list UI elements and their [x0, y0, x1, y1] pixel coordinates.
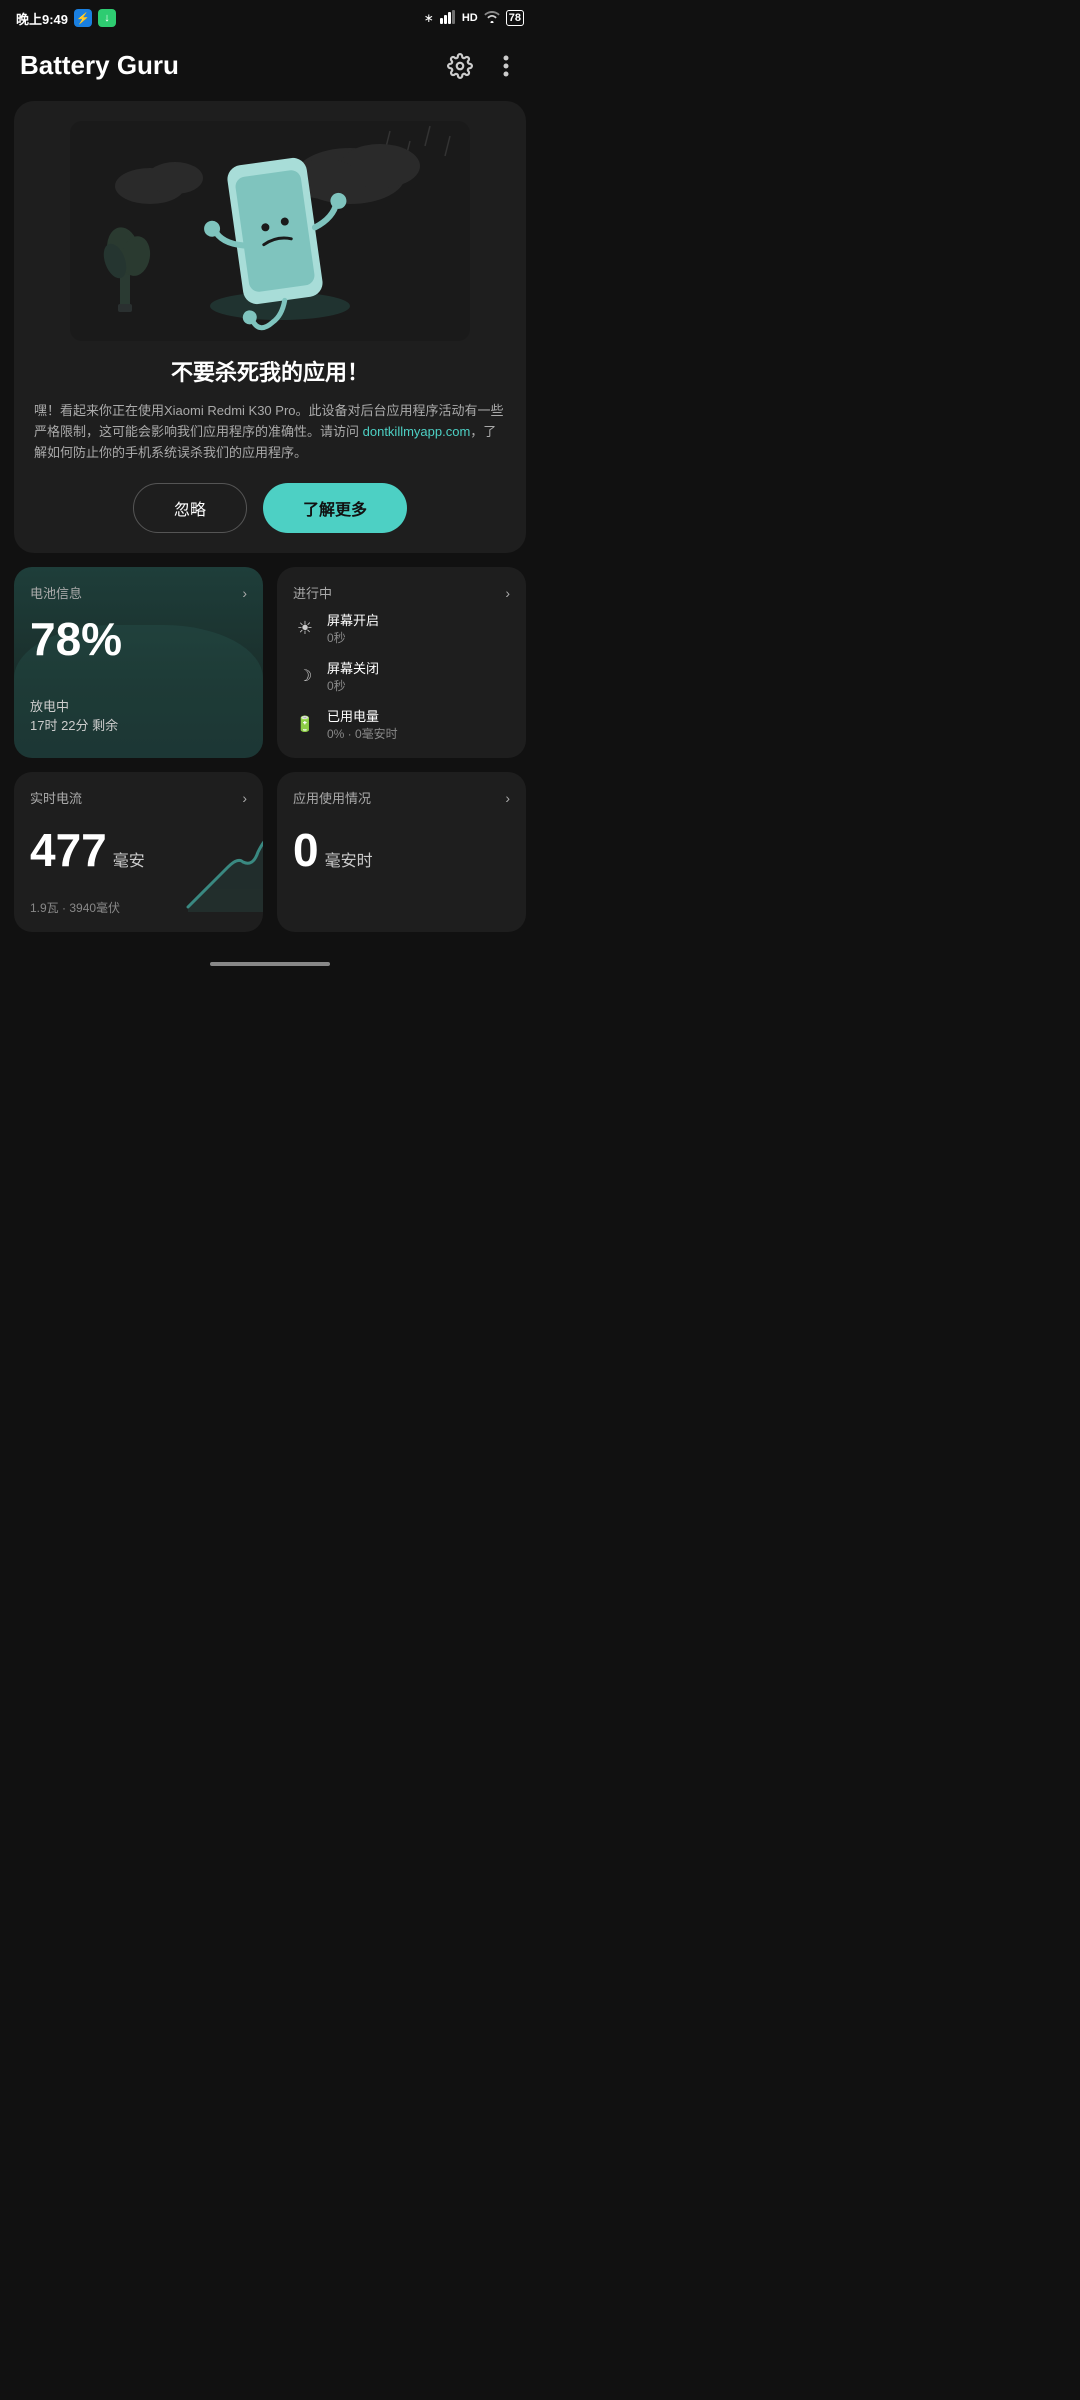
power-used-label: 已用电量 — [327, 706, 398, 725]
screen-on-icon: ☀ — [293, 618, 317, 639]
top-actions — [446, 52, 520, 80]
app-title: Battery Guru — [20, 50, 179, 81]
app-usage-arrow: › — [505, 790, 510, 806]
signal-icon — [440, 10, 456, 27]
status-bar: 晚上9:49 ⚡ ↓ ∗ HD 78 — [0, 0, 540, 36]
in-progress-card[interactable]: 进行中 › ☀ 屏幕开启 0秒 ☽ 屏幕关闭 0秒 — [277, 567, 526, 758]
battery-indicator: 78 — [506, 10, 524, 26]
screen-off-icon: ☽ — [293, 666, 317, 686]
power-used-value: 0% · 0毫安时 — [327, 725, 398, 742]
realtime-value: 477 — [30, 823, 107, 877]
battery-info-title: 电池信息 — [30, 583, 82, 602]
warning-illustration — [34, 121, 506, 341]
status-time: 晚上9:49 — [16, 9, 68, 28]
hd-label: HD — [462, 12, 478, 24]
battery-info-card[interactable]: 电池信息 › 78% 放电中 17时 22分 剩余 — [14, 567, 263, 758]
dontkillmyapp-link[interactable]: dontkillmyapp.com — [363, 424, 471, 439]
app-usage-card[interactable]: 应用使用情况 › 0 毫安时 — [277, 772, 526, 932]
status-left: 晚上9:49 ⚡ ↓ — [16, 9, 116, 28]
battery-info-arrow: › — [242, 585, 247, 601]
app-icon-green: ↓ — [98, 9, 116, 27]
in-progress-arrow: › — [505, 585, 510, 601]
inprogress-item-power-used: 🔋 已用电量 0% · 0毫安时 — [293, 706, 510, 742]
inprogress-item-screen-off: ☽ 屏幕关闭 0秒 — [293, 658, 510, 694]
screen-off-label: 屏幕关闭 — [327, 658, 379, 677]
screen-off-text: 屏幕关闭 0秒 — [327, 658, 379, 694]
realtime-title: 实时电流 — [30, 788, 82, 807]
bottom-nav-indicator — [210, 962, 330, 966]
in-progress-title: 进行中 — [293, 583, 332, 602]
realtime-arrow: › — [242, 790, 247, 806]
wifi-icon — [484, 11, 500, 26]
realtime-current-card[interactable]: 实时电流 › 477 毫安 1.9瓦 · 3940毫伏 — [14, 772, 263, 932]
battery-percentage: 78% — [30, 612, 247, 666]
inprogress-item-screen-on: ☀ 屏幕开启 0秒 — [293, 610, 510, 646]
realtime-sub: 1.9瓦 · 3940毫伏 — [30, 899, 120, 916]
app-usage-value: 0 — [293, 823, 319, 877]
app-usage-header: 应用使用情况 › — [293, 788, 510, 807]
bluetooth-icon: ∗ — [424, 11, 434, 25]
learn-more-button[interactable]: 了解更多 — [263, 483, 407, 533]
in-progress-header: 进行中 › — [293, 583, 510, 602]
battery-remaining: 17时 22分 剩余 — [30, 715, 247, 734]
app-usage-value-row: 0 毫安时 — [293, 815, 510, 877]
main-content: 不要杀死我的应用！ 嘿！看起来你正在使用Xiaomi Redmi K30 Pro… — [0, 91, 540, 942]
app-usage-title: 应用使用情况 — [293, 788, 371, 807]
screen-on-text: 屏幕开启 0秒 — [327, 610, 379, 646]
screen-on-label: 屏幕开启 — [327, 610, 379, 629]
ignore-button[interactable]: 忽略 — [133, 483, 247, 533]
battery-status: 放电中 — [30, 696, 247, 715]
screen-on-value: 0秒 — [327, 629, 379, 646]
more-button[interactable] — [492, 52, 520, 80]
top-bar: Battery Guru — [0, 36, 540, 91]
warning-title: 不要杀死我的应用！ — [171, 355, 369, 387]
power-used-icon: 🔋 — [293, 715, 317, 733]
status-right: ∗ HD 78 — [424, 10, 524, 27]
app-usage-unit: 毫安时 — [325, 847, 373, 871]
realtime-unit: 毫安 — [113, 847, 145, 871]
settings-button[interactable] — [446, 52, 474, 80]
power-used-text: 已用电量 0% · 0毫安时 — [327, 706, 398, 742]
warning-card: 不要杀死我的应用！ 嘿！看起来你正在使用Xiaomi Redmi K30 Pro… — [14, 101, 526, 553]
screen-off-value: 0秒 — [327, 677, 379, 694]
inprogress-items: ☀ 屏幕开启 0秒 ☽ 屏幕关闭 0秒 🔋 已用电量 — [293, 610, 510, 742]
realtime-curve-chart — [183, 832, 263, 912]
warning-body: 嘿！看起来你正在使用Xiaomi Redmi K30 Pro。此设备对后台应用程… — [34, 401, 506, 463]
dashboard-grid: 电池信息 › 78% 放电中 17时 22分 剩余 进行中 › ☀ 屏幕开启 0… — [14, 567, 526, 932]
battery-info-header: 电池信息 › — [30, 583, 247, 602]
realtime-header: 实时电流 › — [30, 788, 247, 807]
app-icon-blue: ⚡ — [74, 9, 92, 27]
warning-buttons: 忽略 了解更多 — [34, 483, 506, 533]
